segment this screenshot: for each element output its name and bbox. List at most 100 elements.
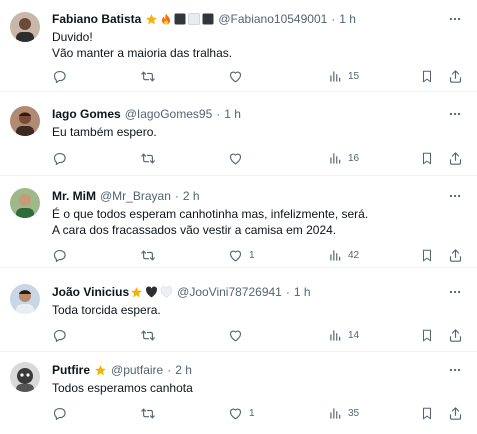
- tweet-text-line: É o que todos esperam canhotinha mas, in…: [52, 207, 369, 221]
- tweet-text: Todos esperamos canhota: [52, 380, 457, 396]
- view-count: 16: [348, 152, 360, 164]
- like-button[interactable]: [228, 326, 249, 344]
- retweet-icon: [141, 250, 155, 260]
- retweet-button[interactable]: [140, 246, 162, 264]
- user-handle[interactable]: @Fabiano10549001: [218, 11, 327, 27]
- tweet-text-line: Eu também espero.: [52, 125, 157, 139]
- action-bar: 14: [52, 326, 464, 344]
- views-button[interactable]: 16: [328, 149, 359, 167]
- analytics-icon: [330, 70, 341, 82]
- view-count: 14: [348, 329, 360, 341]
- tweet[interactable]: Iago Gomes @IagoGomes95 · 1 h Eu também …: [0, 92, 477, 176]
- views-button[interactable]: 35: [328, 404, 359, 422]
- action-bar: 15: [52, 67, 464, 85]
- tweet[interactable]: Putfire @putfaire · 2 h Todos esperamos …: [0, 352, 477, 434]
- user-handle[interactable]: @putfaire: [111, 362, 163, 378]
- like-button[interactable]: [228, 149, 249, 167]
- analytics-icon: [330, 249, 341, 261]
- timestamp[interactable]: 1 h: [339, 11, 356, 27]
- reply-button[interactable]: [52, 67, 73, 85]
- user-handle[interactable]: @JooVini78726941: [177, 284, 282, 300]
- share-icon: [449, 248, 462, 262]
- display-name[interactable]: Iago Gomes: [52, 106, 121, 122]
- reply-feed: Fabiano Batista @Fabiano10549001 · 1 h D…: [0, 0, 477, 434]
- display-name[interactable]: Fabiano Batista: [52, 11, 141, 27]
- display-name[interactable]: Putfire: [52, 362, 90, 378]
- separator-dot: ·: [285, 285, 290, 299]
- more-options-icon[interactable]: [447, 284, 463, 300]
- tweet-text: Eu também espero.: [52, 124, 457, 140]
- retweet-icon: [141, 408, 155, 418]
- reply-button[interactable]: [52, 149, 73, 167]
- retweet-button[interactable]: [140, 149, 162, 167]
- user-handle[interactable]: @Mr_Brayan: [100, 188, 171, 204]
- timestamp[interactable]: 1 h: [294, 284, 311, 300]
- more-options-icon[interactable]: [447, 106, 463, 122]
- tweet-text-line: Duvido!: [52, 30, 93, 44]
- reply-button[interactable]: [52, 326, 73, 344]
- avatar[interactable]: [10, 12, 40, 42]
- heart-icon: [229, 153, 242, 164]
- share-button[interactable]: [448, 246, 463, 264]
- tweet[interactable]: Fabiano Batista @Fabiano10549001 · 1 h D…: [0, 0, 477, 92]
- share-icon: [449, 406, 462, 420]
- like-button[interactable]: 1: [228, 404, 255, 422]
- reply-icon: [53, 152, 66, 165]
- more-options-icon[interactable]: [447, 11, 463, 27]
- avatar[interactable]: [10, 106, 40, 136]
- tweet-text-line: Toda torcida espera.: [52, 303, 161, 317]
- share-button[interactable]: [448, 67, 463, 85]
- share-button[interactable]: [448, 149, 463, 167]
- bookmark-button[interactable]: [420, 67, 434, 85]
- display-name[interactable]: Mr. MiM: [52, 188, 96, 204]
- like-button[interactable]: 1: [228, 246, 255, 264]
- timestamp[interactable]: 2 h: [183, 188, 200, 204]
- share-button[interactable]: [448, 404, 463, 422]
- more-options-icon[interactable]: [447, 362, 463, 378]
- tweet[interactable]: Mr. MiM @Mr_Brayan · 2 h É o que todos e…: [0, 176, 477, 268]
- tweet-text: Duvido! Vão manter a maioria das tralhas…: [52, 29, 457, 61]
- tweet-text-line: Vão manter a maioria das tralhas.: [52, 46, 233, 60]
- action-bar: 1 42: [52, 246, 464, 264]
- reply-icon: [53, 249, 66, 262]
- name-emojis: [94, 364, 107, 377]
- tweet-text-line: A cara dos fracassados vão vestir a cami…: [52, 223, 337, 237]
- name-emojis: [145, 13, 214, 26]
- retweet-button[interactable]: [140, 326, 162, 344]
- bookmark-button[interactable]: [420, 404, 434, 422]
- reply-button[interactable]: [52, 404, 73, 422]
- share-button[interactable]: [448, 326, 463, 344]
- timestamp[interactable]: 1 h: [224, 106, 241, 122]
- more-options-icon[interactable]: [447, 188, 463, 204]
- bookmark-button[interactable]: [420, 246, 434, 264]
- reply-button[interactable]: [52, 246, 73, 264]
- bookmark-button[interactable]: [420, 326, 434, 344]
- like-count: 1: [249, 407, 255, 419]
- bookmark-button[interactable]: [420, 149, 434, 167]
- views-button[interactable]: 15: [328, 67, 359, 85]
- heart-icon: [229, 330, 242, 341]
- black-square-emoji: [174, 13, 186, 25]
- analytics-icon: [330, 152, 341, 164]
- name-emojis: [130, 286, 173, 299]
- retweet-icon: [141, 330, 155, 340]
- tweet[interactable]: João Vinicius @JooVini78726941 · 1 h Tod…: [0, 268, 477, 352]
- like-button[interactable]: [228, 67, 249, 85]
- bookmark-icon: [422, 407, 432, 419]
- view-count: 35: [348, 407, 360, 419]
- retweet-button[interactable]: [140, 67, 162, 85]
- timestamp[interactable]: 2 h: [175, 362, 192, 378]
- avatar[interactable]: [10, 284, 40, 314]
- reply-icon: [53, 329, 66, 342]
- user-handle[interactable]: @IagoGomes95: [125, 106, 213, 122]
- bookmark-icon: [422, 70, 432, 82]
- avatar[interactable]: [10, 188, 40, 218]
- retweet-button[interactable]: [140, 404, 162, 422]
- display-name[interactable]: João Vinicius: [52, 284, 129, 300]
- analytics-icon: [330, 407, 341, 419]
- analytics-icon: [330, 329, 341, 341]
- avatar[interactable]: [10, 362, 40, 392]
- star-emoji: [131, 286, 143, 297]
- views-button[interactable]: 42: [328, 246, 359, 264]
- views-button[interactable]: 14: [328, 326, 359, 344]
